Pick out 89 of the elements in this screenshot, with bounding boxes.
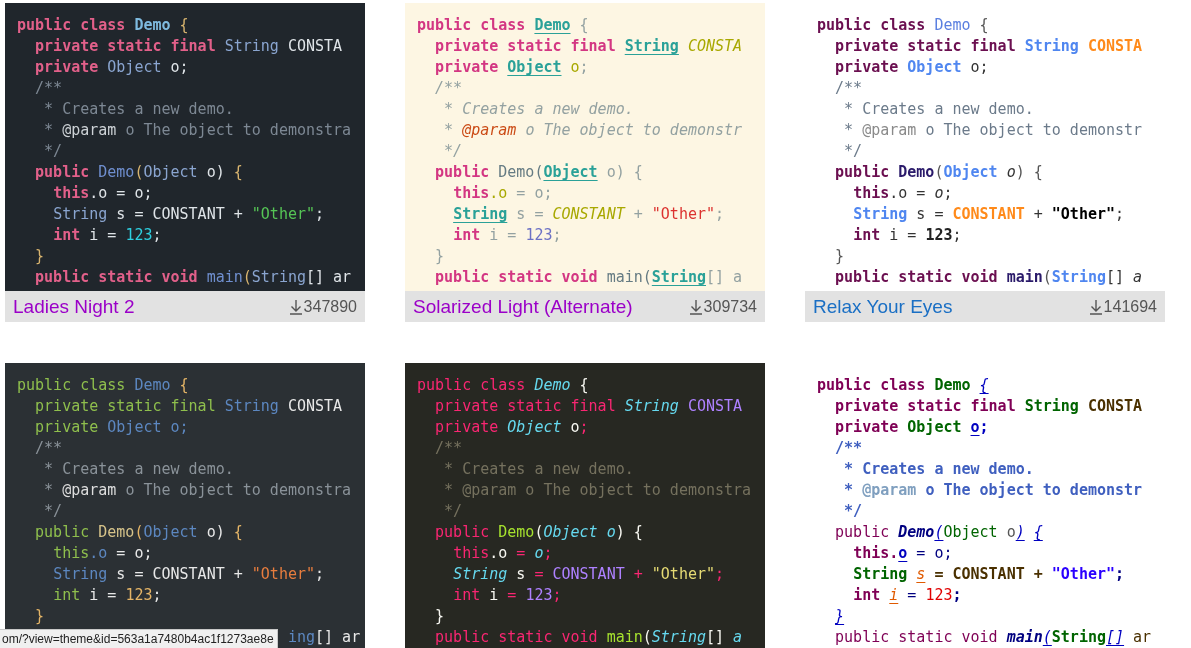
code-line: } — [34, 606, 45, 627]
code-line: String s = CONSTANT + "Other"; — [852, 204, 1125, 225]
code-line: } — [834, 246, 845, 267]
code-line: public static void main(String[] a — [834, 267, 1143, 288]
code-line: private Object o; — [834, 417, 989, 438]
code-line: */ — [443, 141, 463, 162]
code-line: public class Demo { — [417, 15, 589, 36]
code-line: * Creates a new demo. — [843, 459, 1034, 480]
code-line: public static void main(String[] a — [434, 627, 743, 648]
theme-title-link[interactable]: Relax Your Eyes — [813, 295, 953, 318]
code-line: String s = CONSTANT + "Other"; — [52, 564, 325, 585]
code-line: * Creates a new demo. — [843, 99, 1034, 120]
code-line: /** — [434, 78, 463, 99]
code-line: int i = 123; — [852, 585, 962, 606]
code-line: private Object o; — [434, 417, 589, 438]
code-line: public Demo(Object o) { — [34, 162, 243, 183]
code-line: } — [434, 606, 445, 627]
code-line: */ — [443, 501, 463, 522]
code-line: } — [34, 246, 45, 267]
download-count: 141694 — [1103, 297, 1157, 316]
code-line: * @param o The object to demonstra — [43, 120, 352, 141]
code-line: public class Demo { — [817, 15, 989, 36]
code-line: this.o = o; — [452, 543, 553, 564]
code-line: /** — [834, 78, 863, 99]
code-line: public class Demo { — [17, 375, 189, 396]
code-line: private static final String CONSTA — [434, 396, 743, 417]
code-line: public static void main(String[] ar — [834, 627, 1152, 648]
code-line: * @param o The object to demonstra — [443, 480, 752, 501]
code-line: String s = CONSTANT + "Other"; — [852, 564, 1125, 585]
code-line: */ — [843, 141, 863, 162]
code-line: public Demo(Object o) { — [434, 162, 643, 183]
code-line: /** — [34, 438, 63, 459]
theme-title-link[interactable]: Solarized Light (Alternate) — [413, 295, 633, 318]
code-line: ing[] ar — [287, 627, 361, 648]
code-line: private Object o; — [34, 417, 189, 438]
code-line: public static void main(String[] a — [434, 267, 743, 288]
code-line: this.o = o; — [852, 183, 953, 204]
code-line: int i = 123; — [52, 225, 162, 246]
code-line: public class Demo { — [17, 15, 189, 36]
status-bar-url: om/?view=theme&id=563a1a7480b4ac1f1273ae8e — [0, 629, 278, 648]
code-line: */ — [43, 141, 63, 162]
code-line: String s = CONSTANT + "Other"; — [452, 204, 725, 225]
code-line: this.o = o; — [852, 543, 953, 564]
download-count: 309734 — [703, 297, 757, 316]
code-line: this.o = o; — [52, 183, 153, 204]
code-line: * Creates a new demo. — [443, 459, 634, 480]
code-line: /** — [34, 78, 63, 99]
code-line: private static final String CONSTA — [34, 36, 343, 57]
code-line: int i = 123; — [452, 225, 562, 246]
code-line: private Object o; — [834, 57, 989, 78]
code-preview-card[interactable] — [5, 3, 365, 322]
code-line: private static final String CONSTA — [834, 396, 1143, 417]
code-line: private Object o; — [34, 57, 189, 78]
code-line: int i = 123; — [852, 225, 962, 246]
code-line: * Creates a new demo. — [43, 459, 234, 480]
download-count: 347890 — [303, 297, 357, 316]
code-line: * @param o The object to demonstr — [443, 120, 743, 141]
code-line: public Demo(Object o) { — [834, 522, 1043, 543]
code-line: this.o = o; — [452, 183, 553, 204]
download-icon — [1088, 298, 1103, 315]
code-line: this.o = o; — [52, 543, 153, 564]
code-line: int i = 123; — [452, 585, 562, 606]
download-icon — [288, 298, 303, 315]
code-line: private Object o; — [434, 57, 589, 78]
code-line: String s = CONSTANT + "Other"; — [52, 204, 325, 225]
code-line: * Creates a new demo. — [43, 99, 234, 120]
code-line: public Demo(Object o) { — [34, 522, 243, 543]
code-line: public class Demo { — [417, 375, 589, 396]
code-line: public static void main(String[] ar — [34, 267, 352, 288]
code-line: * Creates a new demo. — [443, 99, 634, 120]
code-line: /** — [834, 438, 863, 459]
code-line: /** — [434, 438, 463, 459]
code-line: private static final String CONSTA — [434, 36, 743, 57]
code-line: private static final String CONSTA — [834, 36, 1143, 57]
code-line: private static final String CONSTA — [34, 396, 343, 417]
code-line: public class Demo { — [817, 375, 989, 396]
code-line: String s = CONSTANT + "Other"; — [452, 564, 725, 585]
code-line: public Demo(Object o) { — [434, 522, 643, 543]
code-line: * @param o The object to demonstra — [43, 480, 352, 501]
code-line: */ — [843, 501, 863, 522]
code-line: public Demo(Object o) { — [834, 162, 1043, 183]
code-line: } — [834, 606, 845, 627]
code-line: * @param o The object to demonstr — [843, 480, 1143, 501]
code-line: int i = 123; — [52, 585, 162, 606]
code-line: */ — [43, 501, 63, 522]
download-icon — [688, 298, 703, 315]
code-line: * @param o The object to demonstr — [843, 120, 1143, 141]
theme-title-link[interactable]: Ladies Night 2 — [13, 295, 135, 318]
code-line: } — [434, 246, 445, 267]
